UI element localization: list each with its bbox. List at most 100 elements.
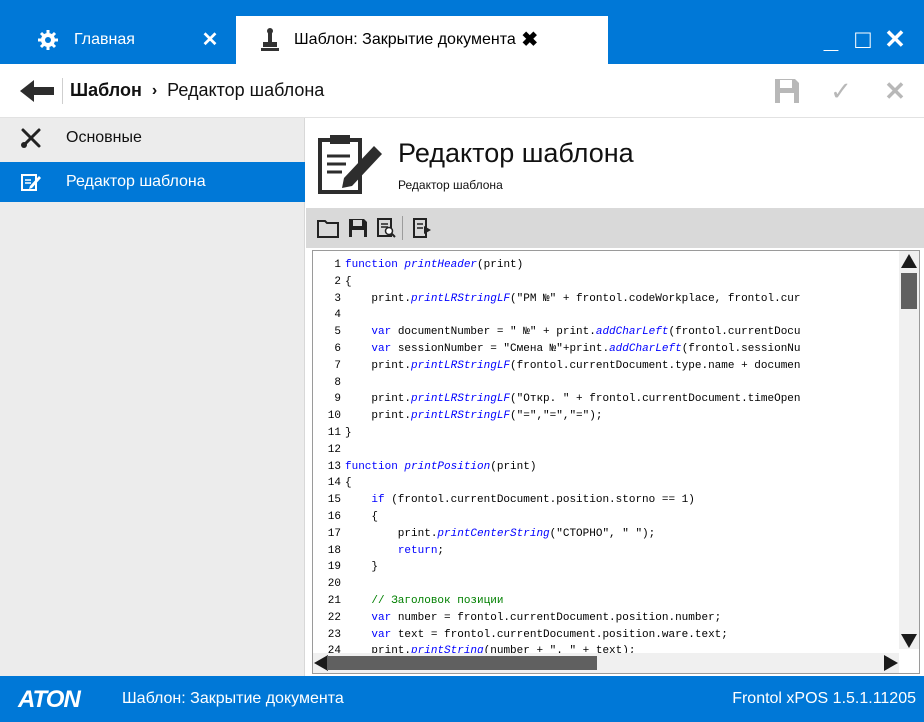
code-line: 16 { <box>313 509 899 526</box>
breadcrumb: Шаблон › Редактор шаблона <box>70 80 324 101</box>
line-number: 18 <box>327 544 341 557</box>
line-content: return; <box>397 544 445 557</box>
line-number: 16 <box>327 510 341 523</box>
code-line: 11} <box>313 425 899 442</box>
preview-icon[interactable] <box>374 216 398 240</box>
line-number: 19 <box>327 561 341 574</box>
sidebar-item-general[interactable]: Основные <box>0 118 305 158</box>
scroll-up-icon[interactable] <box>901 253 917 269</box>
tab-template[interactable]: Шаблон: Закрытие документа ✖ <box>236 16 608 64</box>
minimize-button[interactable]: _ <box>820 24 842 54</box>
code-line: 10 print.printLRStringLF("=","=","="); <box>313 408 899 425</box>
sidebar-item-template-editor[interactable]: Редактор шаблона <box>0 162 305 202</box>
horizontal-scroll-thumb[interactable] <box>327 656 597 670</box>
line-number: 20 <box>327 578 341 591</box>
code-line: 9 print.printLRStringLF("Откр. " + front… <box>313 391 899 408</box>
code-line: 4 <box>313 307 899 324</box>
status-bar: ATON Шаблон: Закрытие документа Frontol … <box>0 676 924 722</box>
line-content: function printHeader(print) <box>345 259 524 271</box>
code-line: 3 print.printLRStringLF("РМ №" + frontol… <box>313 291 899 308</box>
line-content: var text = frontol.currentDocument.posit… <box>371 628 728 641</box>
line-number: 14 <box>327 477 341 490</box>
line-number: 2 <box>334 275 341 288</box>
maximize-button[interactable]: □ <box>852 24 874 54</box>
open-icon[interactable] <box>316 216 340 240</box>
page-subtitle: Редактор шаблона <box>398 178 503 192</box>
line-content: { <box>345 510 379 523</box>
line-number: 5 <box>334 326 341 339</box>
status-document-name: Шаблон: Закрытие документа <box>122 690 344 707</box>
code-area[interactable]: 1 function printHeader(print) 2{3 print.pr… <box>313 257 899 660</box>
navigation-bar: Шаблон › Редактор шаблона ✓ ✕ <box>0 64 924 118</box>
line-number: 8 <box>334 376 341 389</box>
code-line: 2{ <box>313 274 899 291</box>
code-line: 19 } <box>313 559 899 576</box>
line-content: print.printLRStringLF("Откр. " + frontol… <box>345 393 801 406</box>
tab-home-label: Главная <box>74 31 135 48</box>
scrollbar-corner <box>899 649 919 673</box>
line-number: 6 <box>334 342 341 355</box>
code-line: 23 var text = frontol.currentDocument.po… <box>313 627 899 644</box>
edit-icon <box>20 171 42 193</box>
line-content: function printPosition(print) <box>345 460 537 473</box>
tab-template-close-button[interactable]: ✖ <box>518 28 542 52</box>
tab-template-label: Шаблон: Закрытие документа <box>294 31 516 48</box>
breadcrumb-current: Редактор шаблона <box>167 80 325 100</box>
page-header: Редактор шаблона Редактор шаблона <box>306 118 924 208</box>
line-number: 15 <box>327 494 341 507</box>
line-content: print.printLRStringLF("=","=","="); <box>345 410 603 423</box>
line-content: var sessionNumber = "Смена №"+print.addC… <box>371 342 801 355</box>
title-bar: Главная ✕ Шаблон: Закрытие документа ✖ _… <box>0 0 924 64</box>
code-line: 13 function printPosition(print) <box>313 459 899 476</box>
line-number: 23 <box>327 628 341 641</box>
gear-icon <box>36 28 60 52</box>
page-title: Редактор шаблона <box>398 138 634 168</box>
code-line: 22 var number = frontol.currentDocument.… <box>313 610 899 627</box>
line-number: 13 <box>327 460 341 473</box>
code-line: 18 return; <box>313 543 899 560</box>
cancel-button[interactable]: ✕ <box>880 76 910 106</box>
line-number: 1 <box>334 259 341 271</box>
export-icon[interactable] <box>410 216 434 240</box>
apply-button[interactable]: ✓ <box>826 76 856 106</box>
close-window-button[interactable]: ✕ <box>884 24 906 54</box>
line-content: } <box>345 561 379 574</box>
line-content: var number = frontol.currentDocument.pos… <box>371 611 722 624</box>
sidebar-item-label: Редактор шаблона <box>66 173 206 190</box>
code-line: 15 if (frontol.currentDocument.position.… <box>313 492 899 509</box>
breadcrumb-parent[interactable]: Шаблон <box>70 80 142 101</box>
window-controls: _ □ ✕ <box>820 24 906 54</box>
vertical-scroll-thumb[interactable] <box>901 273 917 309</box>
editor-toolbar <box>306 208 924 248</box>
code-line: 12 <box>313 442 899 459</box>
line-number: 12 <box>327 443 341 456</box>
save-icon[interactable] <box>772 76 802 106</box>
tools-icon <box>20 127 42 149</box>
line-number: 21 <box>327 594 341 607</box>
scroll-right-icon[interactable] <box>883 655 899 671</box>
app-version: Frontol xPOS 1.5.1.11205 <box>732 690 916 707</box>
save-icon[interactable] <box>346 216 370 240</box>
line-number: 22 <box>327 611 341 624</box>
code-editor[interactable]: 1 function printHeader(print) 2{3 print.pr… <box>312 250 920 674</box>
line-number: 10 <box>327 410 341 423</box>
line-number: 4 <box>334 309 341 322</box>
tab-home[interactable]: Главная ✕ <box>18 16 236 64</box>
line-content: { <box>345 477 352 490</box>
line-content: // Заголовок позиции <box>345 594 504 607</box>
code-line: 14 { <box>313 475 899 492</box>
horizontal-scrollbar[interactable] <box>313 653 899 673</box>
line-content: { <box>345 275 352 288</box>
vertical-scrollbar[interactable] <box>899 251 919 651</box>
line-number: 11 <box>327 426 341 439</box>
toolbar-divider <box>402 216 403 240</box>
code-line: 20 <box>313 576 899 593</box>
line-number: 9 <box>334 393 341 406</box>
back-arrow-icon[interactable] <box>18 78 60 104</box>
code-line: 17 print.printCenterString("СТОРНО", " "… <box>313 526 899 543</box>
chevron-right-icon: › <box>151 81 158 99</box>
scroll-down-icon[interactable] <box>901 633 917 649</box>
template-editor-icon <box>316 132 386 196</box>
code-line: 7 print.printLRStringLF(frontol.currentD… <box>313 358 899 375</box>
tab-home-close-button[interactable]: ✕ <box>198 28 222 52</box>
